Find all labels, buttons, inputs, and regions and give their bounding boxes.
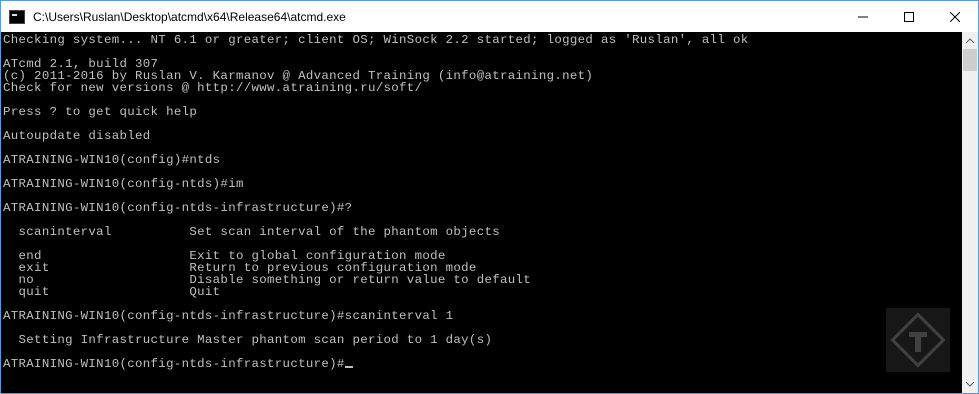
console-line: Checking system... NT 6.1 or greater; cl… bbox=[3, 33, 749, 47]
watermark-logo bbox=[886, 308, 950, 372]
console-line: ATRAINING-WIN10(config-ntds-infrastructu… bbox=[3, 358, 353, 370]
minimize-icon bbox=[858, 16, 868, 17]
close-button[interactable] bbox=[932, 1, 978, 32]
text-cursor bbox=[344, 366, 353, 368]
console-line: Check for new versions @ http://www.atra… bbox=[3, 81, 423, 95]
window-title: C:\Users\Ruslan\Desktop\atcmd\x64\Releas… bbox=[33, 9, 346, 24]
console-line: quit Quit bbox=[3, 285, 221, 299]
scrollbar-thumb[interactable] bbox=[963, 49, 977, 71]
console-line: ATRAINING-WIN10(config-ntds-infrastructu… bbox=[3, 201, 353, 215]
close-icon bbox=[950, 11, 960, 22]
console-line: ATRAINING-WIN10(config-ntds-infrastructu… bbox=[3, 309, 454, 323]
title-bar[interactable]: C:\Users\Ruslan\Desktop\atcmd\x64\Releas… bbox=[1, 1, 978, 32]
console-app-icon[interactable] bbox=[9, 9, 25, 24]
console-line: Autoupdate disabled bbox=[3, 129, 151, 143]
scroll-up-arrow-icon bbox=[966, 38, 974, 43]
console-line: Press ? to get quick help bbox=[3, 105, 198, 119]
scroll-down-button[interactable] bbox=[962, 376, 978, 393]
console-line: ATRAINING-WIN10(config-ntds)#im bbox=[3, 177, 244, 191]
window-controls bbox=[840, 1, 978, 32]
scroll-up-button[interactable] bbox=[962, 32, 978, 49]
console-line: scaninterval Set scan interval of the ph… bbox=[3, 225, 500, 239]
maximize-button[interactable] bbox=[886, 1, 932, 32]
minimize-button[interactable] bbox=[840, 1, 886, 32]
console-output[interactable]: Checking system... NT 6.1 or greater; cl… bbox=[1, 32, 962, 393]
console-line: Setting Infrastructure Master phantom sc… bbox=[3, 333, 493, 347]
scroll-down-arrow-icon bbox=[966, 382, 974, 387]
maximize-icon bbox=[904, 11, 914, 22]
console-line: ATRAINING-WIN10(config)#ntds bbox=[3, 153, 221, 167]
console-window: C:\Users\Ruslan\Desktop\atcmd\x64\Releas… bbox=[0, 0, 979, 394]
vertical-scrollbar[interactable] bbox=[962, 32, 978, 393]
